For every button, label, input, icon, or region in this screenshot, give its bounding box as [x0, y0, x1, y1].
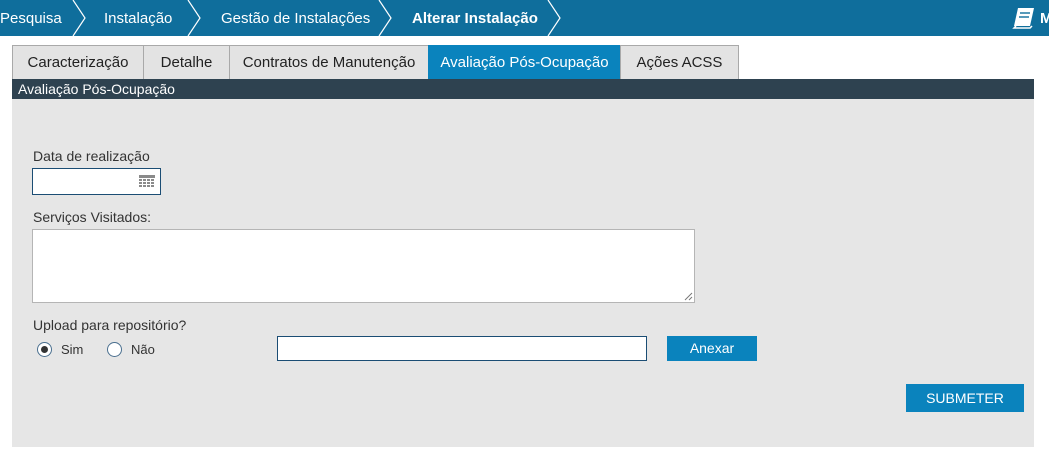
chevron-right-icon — [378, 0, 392, 36]
breadcrumb: Pesquisa Instalação Gestão de Instalaçõe… — [0, 0, 1049, 36]
tab-detalhe[interactable]: Detalhe — [143, 45, 230, 79]
upload-label: Upload para repositório? — [33, 317, 187, 333]
tab-avaliacao-pos-ocupacao[interactable]: Avaliação Pós-Ocupação — [428, 45, 621, 79]
tab-acoes-acss[interactable]: Ações ACSS — [620, 45, 739, 79]
breadcrumb-item-gestao-instalacoes[interactable]: Gestão de Instalações — [221, 0, 370, 36]
resize-handle-icon[interactable] — [684, 292, 693, 301]
breadcrumb-item-alterar-instalacao: Alterar Instalação — [412, 10, 538, 27]
chevron-right-icon — [547, 0, 561, 36]
manual-button[interactable]: M — [1010, 0, 1049, 36]
radio-nao-label: Não — [131, 342, 155, 357]
services-textarea[interactable] — [32, 229, 695, 303]
breadcrumb-item-pesquisa[interactable]: Pesquisa — [0, 0, 62, 36]
chevron-right-icon — [72, 0, 86, 36]
calendar-icon[interactable] — [139, 175, 155, 189]
radio-sim-label: Sim — [61, 342, 84, 357]
tab-caracterizacao[interactable]: Caracterização — [12, 45, 144, 79]
file-path-input[interactable] — [277, 336, 647, 361]
tab-contratos-manutencao[interactable]: Contratos de Manutenção — [229, 45, 429, 79]
breadcrumb-item-instalacao[interactable]: Instalação — [104, 0, 172, 36]
services-label: Serviços Visitados: — [33, 209, 152, 225]
manual-button-label: M — [1040, 10, 1049, 27]
attach-button[interactable]: Anexar — [667, 336, 757, 361]
section-title: Avaliação Pós-Ocupação — [12, 79, 1034, 99]
book-icon — [1012, 8, 1034, 29]
date-label: Data de realização — [33, 148, 150, 164]
radio-selected-dot — [41, 346, 48, 353]
submit-button[interactable]: SUBMETER — [906, 384, 1024, 412]
radio-nao[interactable] — [107, 342, 122, 357]
radio-sim[interactable] — [37, 342, 52, 357]
date-field[interactable] — [32, 168, 161, 195]
chevron-right-icon — [187, 0, 201, 36]
